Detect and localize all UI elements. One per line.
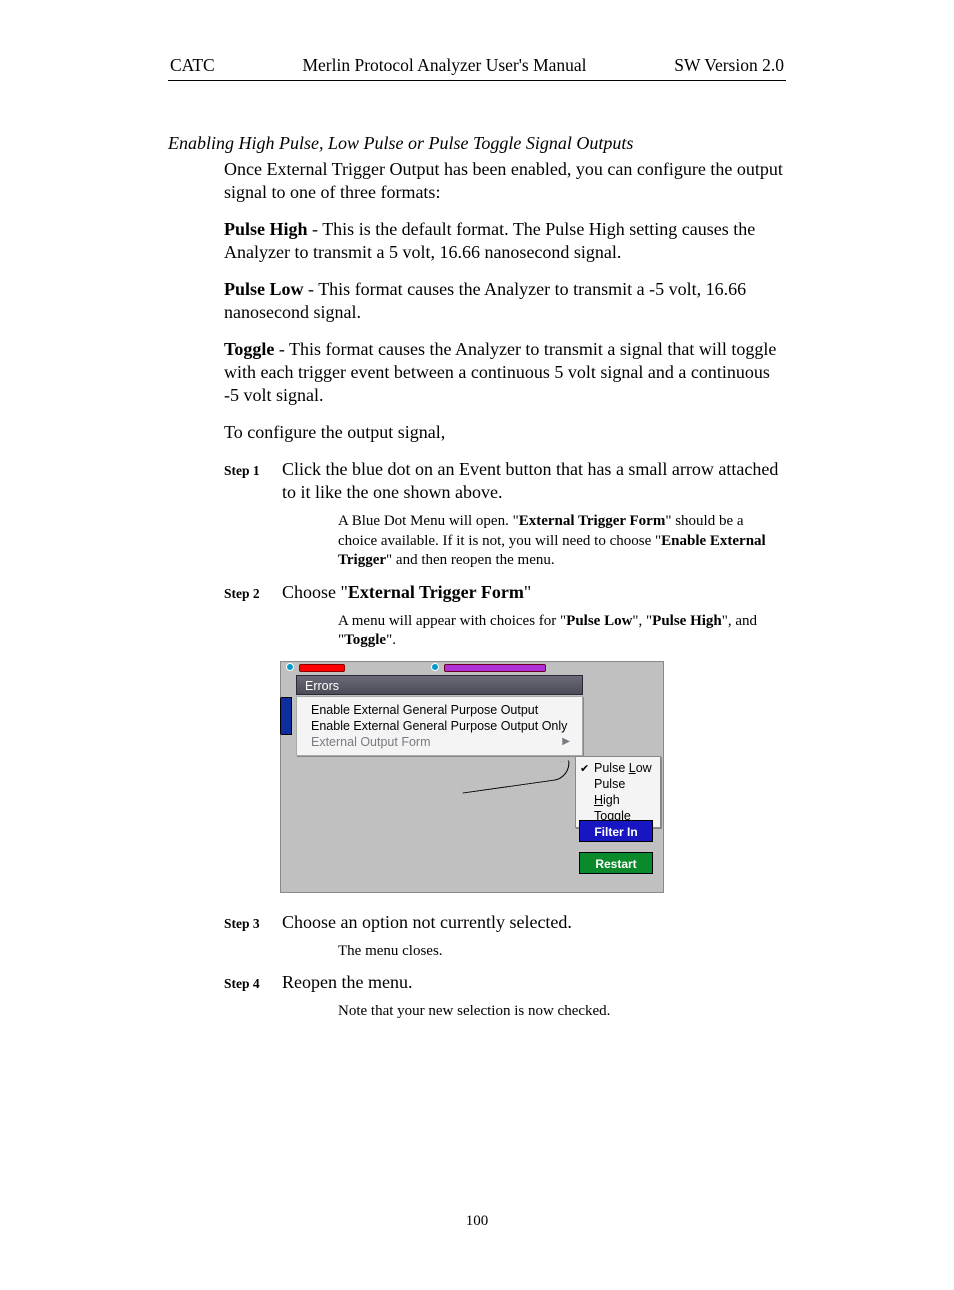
menu-item-label: External Output Form	[311, 735, 431, 749]
step-1-row: Step 1 Click the blue dot on an Event bu…	[224, 458, 786, 504]
step-3-subtext: The menu closes.	[338, 942, 786, 962]
step-2-row: Step 2 Choose "External Trigger Form"	[224, 581, 786, 604]
submenu-item-pulse-low[interactable]: ✔ Pulse Low	[576, 760, 660, 776]
left-panel-sliver	[280, 697, 292, 735]
intro-paragraph: Once External Trigger Output has been en…	[224, 158, 786, 204]
event-icons-row	[281, 662, 663, 676]
menu-item-external-output-form[interactable]: External Output Form ▶	[297, 734, 582, 750]
toggle-label: Toggle	[224, 339, 274, 359]
step-3-row: Step 3 Choose an option not currently se…	[224, 911, 786, 934]
step-1-label: Step 1	[224, 463, 282, 479]
step-4-row: Step 4 Reopen the menu.	[224, 971, 786, 994]
header-right: SW Version 2.0	[674, 55, 784, 76]
step-2-label: Step 2	[224, 586, 282, 602]
errors-titlebar: Errors	[296, 675, 583, 695]
menu-item-enable-output[interactable]: Enable External General Purpose Output	[297, 702, 582, 718]
header-center: Merlin Protocol Analyzer User's Manual	[302, 55, 586, 76]
step-3-label: Step 3	[224, 916, 282, 932]
step-4-label: Step 4	[224, 976, 282, 992]
pulse-low-paragraph: Pulse Low - This format causes the Analy…	[224, 278, 786, 324]
toggle-paragraph: Toggle - This format causes the Analyzer…	[224, 338, 786, 407]
blue-dot-icon	[431, 663, 439, 671]
pulse-high-paragraph: Pulse High - This is the default format.…	[224, 218, 786, 264]
pointer-swoosh-line	[460, 760, 571, 793]
pulse-high-label: Pulse High	[224, 219, 308, 239]
header-left: CATC	[170, 55, 215, 76]
toggle-dash: -	[274, 339, 289, 359]
context-menu: Enable External General Purpose Output E…	[296, 696, 583, 756]
step-3-text: Choose an option not currently selected.	[282, 911, 786, 934]
red-event-bar	[299, 664, 345, 672]
submenu-item-pulse-high[interactable]: Pulse High	[576, 776, 660, 808]
submenu-arrow-icon: ▶	[562, 736, 570, 747]
step-1-subtext: A Blue Dot Menu will open. "External Tri…	[338, 512, 786, 571]
pulse-high-dash: -	[308, 219, 323, 239]
page-header: CATC Merlin Protocol Analyzer User's Man…	[168, 55, 786, 81]
check-icon: ✔	[580, 761, 589, 777]
blue-dot-icon	[286, 663, 294, 671]
pulse-low-label: Pulse Low	[224, 279, 304, 299]
step-1-text: Click the blue dot on an Event button th…	[282, 458, 786, 504]
restart-button[interactable]: Restart	[579, 852, 653, 874]
filter-in-button[interactable]: Filter In	[579, 820, 653, 842]
step-2-subtext: A menu will appear with choices for "Pul…	[338, 612, 786, 651]
submenu: ✔ Pulse Low Pulse High Toggle	[575, 756, 661, 828]
page-number: 100	[0, 1213, 954, 1230]
toggle-text: This format causes the Analyzer to trans…	[224, 339, 776, 405]
step-2-text: Choose "External Trigger Form"	[282, 581, 786, 604]
section-title: Enabling High Pulse, Low Pulse or Pulse …	[168, 133, 954, 154]
pulse-low-dash: -	[304, 279, 319, 299]
step-4-text: Reopen the menu.	[282, 971, 786, 994]
configure-line: To configure the output signal,	[224, 421, 786, 444]
step-4-subtext: Note that your new selection is now chec…	[338, 1002, 786, 1022]
menu-item-enable-output-only[interactable]: Enable External General Purpose Output O…	[297, 718, 582, 734]
purple-event-bar	[444, 664, 546, 672]
embedded-screenshot: Errors Enable External General Purpose O…	[280, 661, 664, 893]
